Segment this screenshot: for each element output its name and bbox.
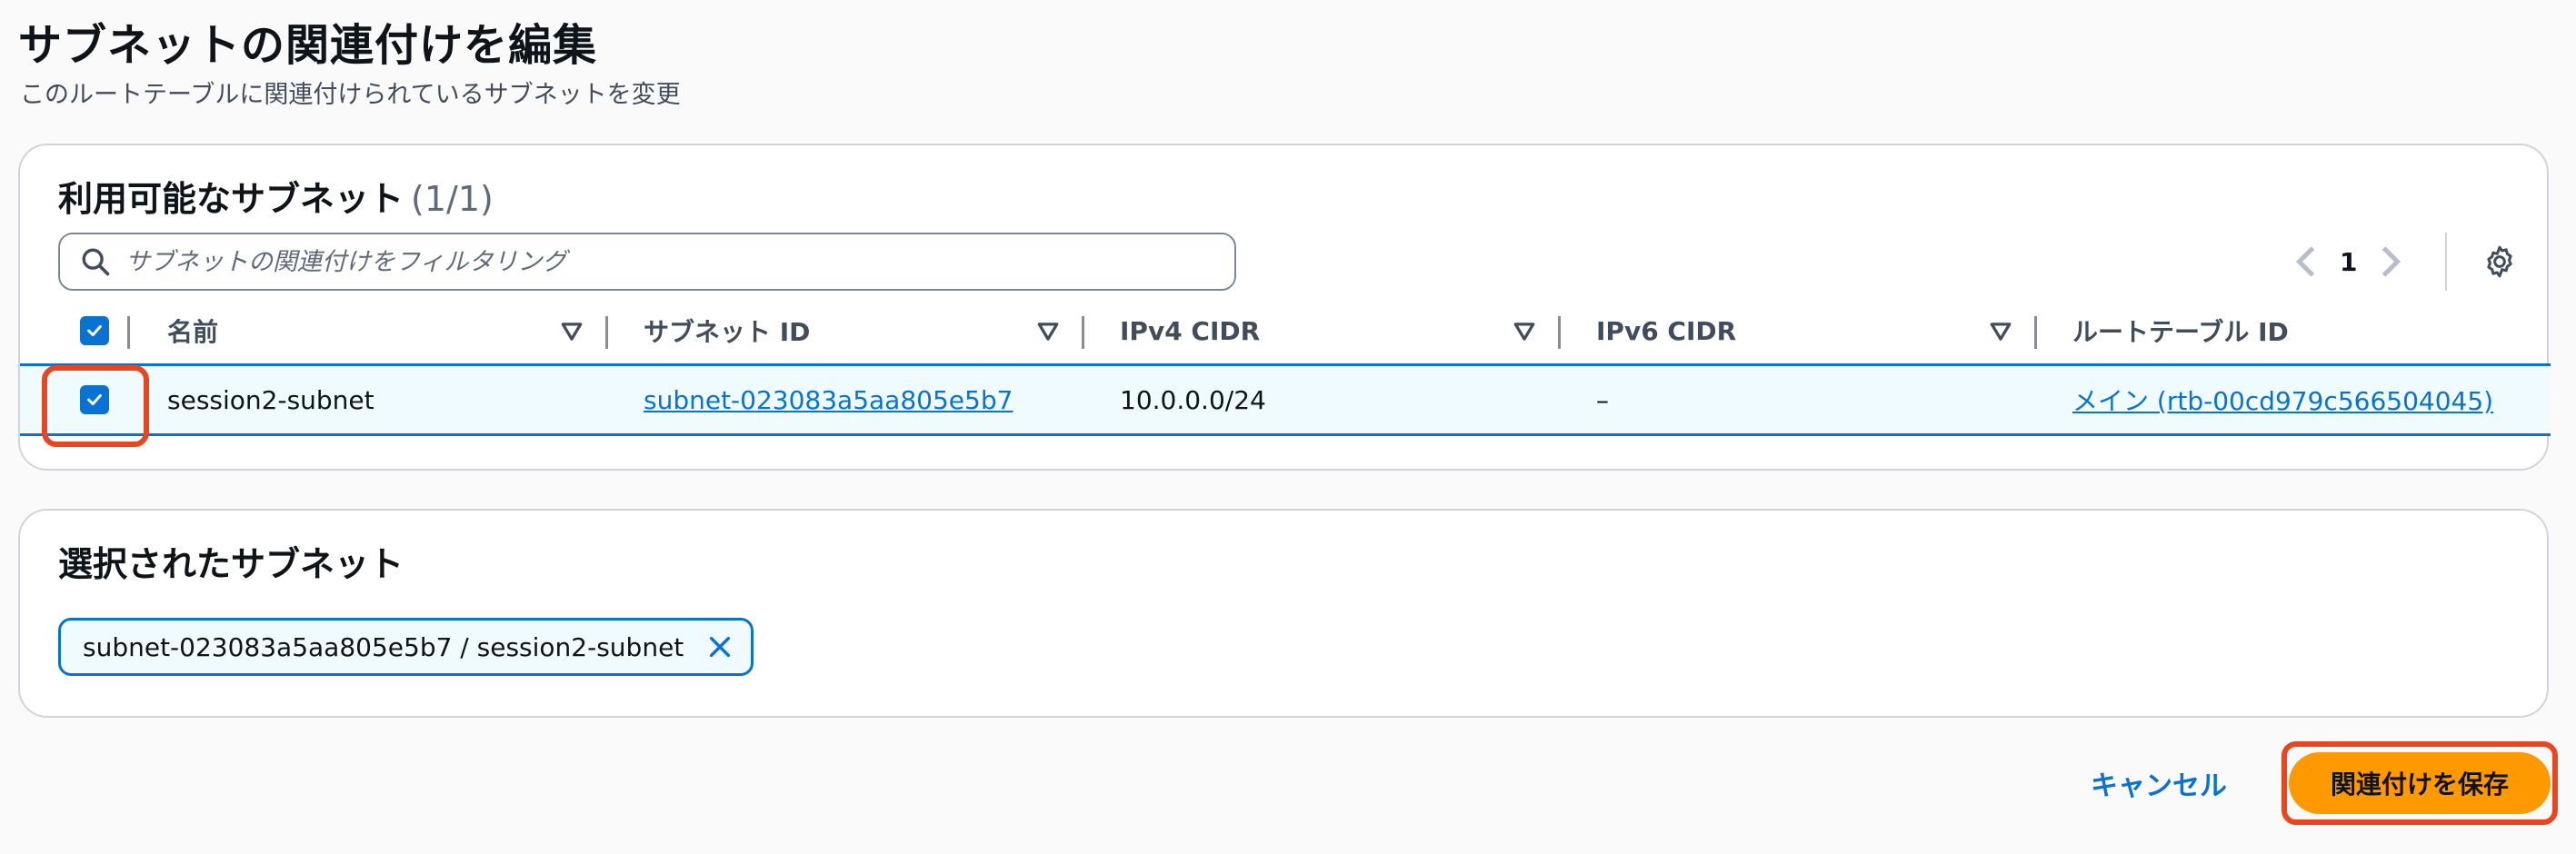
subnet-id-link[interactable]: subnet-023083a5aa805e5b7 — [644, 366, 1013, 433]
selected-subnets-panel: 選択されたサブネット subnet-023083a5aa805e5b7 / se… — [18, 509, 2549, 718]
page-number[interactable]: 1 — [2340, 247, 2357, 277]
selected-subnets-heading: 選択されたサブネット — [58, 544, 404, 584]
table-row[interactable]: session2-subnet subnet-023083a5aa805e5b7… — [20, 363, 2551, 436]
sort-down-icon[interactable] — [1989, 320, 2012, 343]
available-subnets-heading: 利用可能なサブネット (1/1) — [58, 171, 494, 221]
page-title: サブネットの関連付けを編集 — [18, 20, 598, 71]
column-header-ipv6-cidr[interactable]: IPv6 CIDR — [1596, 298, 1736, 363]
pager-divider — [2445, 233, 2447, 291]
column-header-name[interactable]: 名前 — [167, 298, 218, 363]
select-all-checkbox[interactable] — [80, 298, 109, 363]
check-icon — [87, 324, 102, 337]
table-header: 名前 サブネット ID IPv4 CIDR IPv6 CIDR ルートテーブル … — [20, 298, 2551, 363]
available-subnets-count: (1/1) — [411, 179, 494, 219]
column-separator[interactable] — [1082, 316, 1084, 349]
check-icon — [87, 393, 102, 406]
column-header-subnet-id[interactable]: サブネット ID — [644, 298, 810, 363]
sort-down-icon[interactable] — [1513, 320, 1536, 343]
column-separator[interactable] — [1558, 316, 1561, 349]
chevron-left-icon[interactable] — [2292, 243, 2320, 280]
column-header-ipv4-cidr[interactable]: IPv4 CIDR — [1120, 298, 1260, 363]
search-icon — [82, 248, 110, 276]
available-subnets-panel: 利用可能なサブネット(1/1) 1 名前 — [18, 144, 2551, 471]
cell-ipv6-cidr: – — [1596, 384, 1609, 415]
chevron-right-icon[interactable] — [2377, 243, 2404, 280]
available-subnets-title: 利用可能なサブネット — [58, 179, 404, 219]
column-separator[interactable] — [605, 316, 608, 349]
close-icon[interactable] — [705, 632, 734, 661]
cell-ipv4-cidr: 10.0.0.0/24 — [1120, 384, 1266, 415]
filter-field[interactable] — [58, 233, 1236, 291]
column-separator[interactable] — [2034, 316, 2037, 349]
column-separator — [127, 316, 130, 349]
save-associations-button[interactable]: 関連付けを保存 — [2289, 752, 2551, 814]
cell-name: session2-subnet — [167, 384, 374, 415]
sort-down-icon[interactable] — [560, 320, 584, 343]
route-table-id-link[interactable]: メイン (rtb-00cd979c566504045) — [2072, 366, 2493, 433]
filter-input[interactable] — [125, 247, 1234, 276]
sort-down-icon[interactable] — [1036, 320, 1060, 343]
selected-subnet-token: subnet-023083a5aa805e5b7 / session2-subn… — [58, 618, 754, 676]
row-checkbox[interactable] — [80, 366, 109, 433]
column-header-route-table-id[interactable]: ルートテーブル ID — [2072, 298, 2289, 363]
cancel-button[interactable]: キャンセル — [2091, 761, 2227, 805]
selected-subnet-token-label: subnet-023083a5aa805e5b7 / session2-subn… — [83, 631, 684, 662]
pagination: 1 — [2292, 243, 2404, 280]
page-description: このルートテーブルに関連付けられているサブネットを変更 — [20, 81, 681, 109]
gear-icon[interactable] — [2481, 243, 2518, 280]
